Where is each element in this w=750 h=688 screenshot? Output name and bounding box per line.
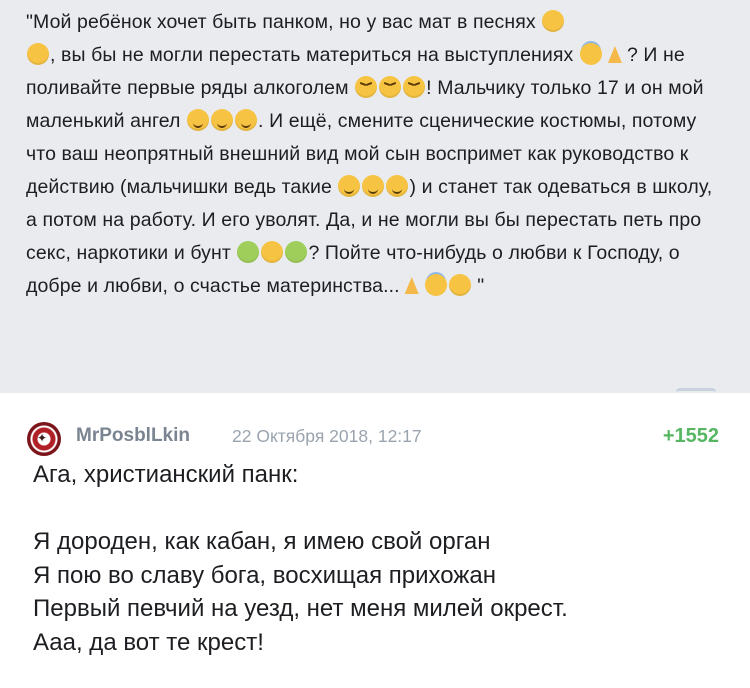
comment-text: Ага, христианский панк: Я дороден, как к… <box>33 458 733 659</box>
laughing-face-icon <box>362 175 385 197</box>
praying-hands-icon <box>401 274 423 296</box>
quote-segment: "Мой ребёнок хочет быть панком, но у вас… <box>26 11 542 33</box>
smiling-face-icon <box>235 109 258 131</box>
nauseated-face-icon <box>285 241 308 263</box>
screaming-face-icon <box>542 10 565 32</box>
comment: ✦ MrPosblLkin 22 Октября 2018, 12:17 +15… <box>0 400 750 688</box>
praying-hands-icon <box>604 43 626 65</box>
comment-author[interactable]: MrPosblLkin <box>76 425 190 447</box>
angry-face-icon <box>355 76 378 98</box>
disappointed-face-icon <box>27 43 49 65</box>
laughing-face-icon <box>386 175 409 197</box>
comment-timestamp[interactable]: 22 Октября 2018, 12:17 <box>232 426 422 447</box>
vomiting-face-icon <box>261 241 284 263</box>
comment-line: Первый певчий на уезд, нет меня милей ок… <box>33 595 568 622</box>
quoted-post-text: "Мой ребёнок хочет быть панком, но у вас… <box>26 6 726 303</box>
comment-rating: +1552 <box>662 425 719 447</box>
smiling-face-icon <box>211 109 234 131</box>
angry-face-icon <box>403 76 426 98</box>
quote-segment: " <box>471 275 485 297</box>
quoted-post: "Мой ребёнок хочет быть панком, но у вас… <box>0 0 750 393</box>
avatar[interactable]: ✦ <box>27 422 61 456</box>
angry-face-icon <box>379 76 402 98</box>
comment-line: Ааа, да вот те крест! <box>33 628 264 656</box>
nauseated-face-icon <box>237 241 260 263</box>
angel-face-icon <box>579 43 602 65</box>
quote-segment: , вы бы не могли перестать материться на… <box>50 44 579 66</box>
comment-line: Я пою во славу бога, восхищая прихожан <box>33 561 496 589</box>
kissing-face-icon <box>448 274 471 296</box>
smiling-face-icon <box>187 109 210 131</box>
angel-face-icon <box>424 274 447 296</box>
laughing-face-icon <box>338 175 361 197</box>
comment-line: Ага, христианский панк: <box>33 461 299 488</box>
comment-line: Я дороден, как кабан, я имею свой орган <box>33 528 491 555</box>
reaction-dots <box>676 388 716 396</box>
avatar-emblem-icon: ✦ <box>37 431 48 445</box>
